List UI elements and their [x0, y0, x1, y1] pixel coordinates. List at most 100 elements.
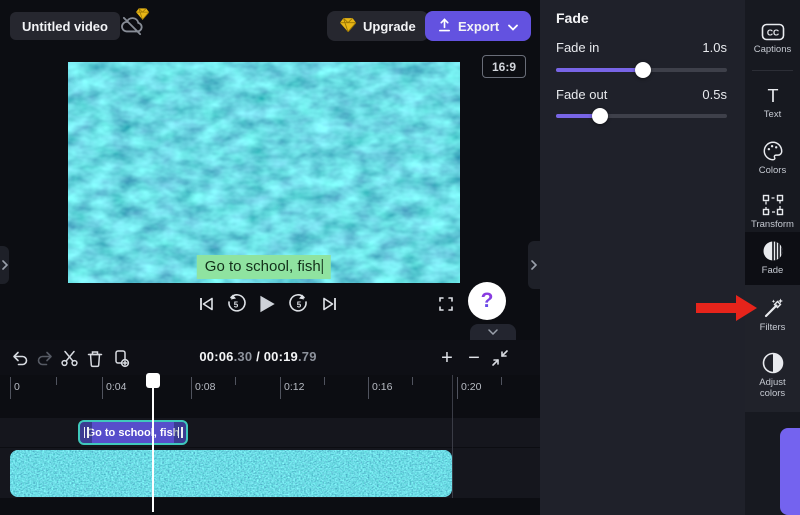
skip-start-button[interactable]: [194, 292, 218, 316]
panel-title: Fade: [556, 10, 589, 26]
slider-fill: [556, 68, 643, 72]
fullscreen-button[interactable]: [434, 292, 458, 316]
ruler-tick: [457, 377, 458, 399]
rail-item-colors[interactable]: Colors: [745, 132, 800, 184]
ruler-tick: [235, 377, 236, 385]
play-icon: [256, 293, 278, 315]
ruler-tick: [368, 377, 369, 399]
fullscreen-icon: [437, 295, 455, 313]
svg-text:T: T: [767, 86, 778, 106]
rail-item-captions[interactable]: CC Captions: [745, 12, 800, 66]
redo-button[interactable]: [34, 347, 56, 369]
skip-end-icon: [321, 295, 339, 313]
ruler-tick: [501, 377, 502, 385]
clip-trim-handle-right[interactable]: [174, 422, 186, 443]
ruler-tick-label: 0:20: [461, 381, 481, 393]
fade-in-slider[interactable]: [556, 62, 727, 78]
captions-icon: CC: [761, 23, 785, 41]
video-clip[interactable]: [10, 450, 452, 497]
redo-icon: [36, 349, 55, 368]
undo-icon: [10, 349, 29, 368]
ruler-tick-label: 0:12: [284, 381, 304, 393]
scissors-icon: [60, 349, 79, 368]
video-track: [0, 448, 540, 498]
ruler-tick: [10, 377, 11, 399]
ruler-tick: [280, 377, 281, 399]
rail-item-transform[interactable]: Transform: [745, 186, 800, 238]
right-panel-toggle[interactable]: [528, 241, 540, 289]
forward-5s-icon: 5: [288, 293, 310, 315]
ruler-tick: [324, 377, 325, 385]
export-button[interactable]: Export: [425, 11, 531, 41]
rail-item-fade[interactable]: Fade: [745, 232, 800, 285]
fade-out-value: 0.5s: [702, 87, 727, 102]
timeline-end-marker: [452, 375, 453, 498]
caption-text: Go to school, fish: [205, 258, 321, 275]
zoom-in-button[interactable]: +: [436, 347, 458, 369]
delete-button[interactable]: [84, 347, 106, 369]
transform-icon: [762, 194, 784, 216]
zoom-out-button[interactable]: −: [463, 347, 485, 369]
fade-out-label: Fade out: [556, 87, 607, 102]
duplicate-icon: [111, 348, 131, 368]
caption-clip[interactable]: Go to school, fish: [78, 420, 188, 445]
adjust-colors-icon: [762, 352, 784, 374]
palette-icon: [762, 140, 784, 162]
plus-icon: +: [441, 348, 453, 368]
rail-item-text[interactable]: T Text: [745, 78, 800, 128]
left-panel-toggle[interactable]: [0, 246, 9, 284]
chevron-down-icon: [488, 329, 498, 335]
clipchamp-editor: Untitled video Upgrade: [0, 0, 800, 515]
timeline-toolbar: 00:06.30 / 00:19.79 + −: [0, 340, 540, 375]
help-button[interactable]: ?: [468, 282, 506, 320]
ruler-tick-label: 0:16: [372, 381, 392, 393]
undo-button[interactable]: [8, 347, 30, 369]
minus-icon: −: [468, 348, 480, 368]
chevron-down-icon: [508, 19, 518, 34]
project-title-button[interactable]: Untitled video: [10, 12, 120, 40]
collapse-diagonal-icon: [491, 349, 509, 367]
text-icon: T: [763, 86, 783, 106]
rewind-5s-button[interactable]: 5: [224, 292, 248, 316]
export-label: Export: [458, 19, 499, 34]
filters-wand-icon: [762, 297, 784, 319]
preview-collapse-tab[interactable]: [470, 324, 516, 340]
play-button[interactable]: [255, 292, 279, 316]
fade-icon: [762, 240, 784, 262]
aspect-ratio-badge[interactable]: 16:9: [482, 55, 526, 78]
total-ms: .79: [298, 349, 317, 364]
ruler-tick: [191, 377, 192, 399]
video-preview[interactable]: Go to school, fish: [68, 62, 460, 283]
red-annotation-arrow: [696, 294, 758, 322]
slider-thumb[interactable]: [592, 108, 608, 124]
rewind-5s-icon: 5: [225, 293, 247, 315]
trash-icon: [86, 349, 104, 368]
purple-panel-fragment: [780, 428, 800, 515]
upgrade-button[interactable]: Upgrade: [327, 11, 429, 41]
playhead-handle[interactable]: [146, 373, 160, 388]
fade-out-slider[interactable]: [556, 108, 727, 124]
ruler-tick-label: 0:08: [195, 381, 215, 393]
text-cursor: [322, 259, 324, 274]
help-label: ?: [481, 289, 494, 313]
split-button[interactable]: [58, 347, 80, 369]
current-time: 00:06: [199, 349, 233, 364]
premium-gem-badge: [136, 7, 149, 25]
rail-item-adjust-colors[interactable]: Adjust colors: [745, 345, 800, 407]
current-ms: .30: [234, 349, 253, 364]
slider-thumb[interactable]: [635, 62, 651, 78]
forward-5s-button[interactable]: 5: [287, 292, 311, 316]
timeline-ruler[interactable]: 0 0:04 0:08 0:12 0:16 0:20: [0, 375, 540, 405]
clip-trim-handle-left[interactable]: [80, 422, 92, 443]
caption-text-box[interactable]: Go to school, fish: [197, 255, 331, 279]
duplicate-button[interactable]: [110, 347, 132, 369]
svg-text:5: 5: [297, 301, 302, 310]
ruler-tick: [412, 377, 413, 385]
collapse-timeline-button[interactable]: [489, 347, 511, 369]
rail-divider: [752, 70, 793, 71]
skip-start-icon: [197, 295, 215, 313]
time-separator: /: [252, 349, 263, 364]
skip-end-button[interactable]: [318, 292, 342, 316]
time-display: 00:06.30 / 00:19.79: [178, 349, 338, 364]
ruler-tick: [56, 377, 57, 385]
